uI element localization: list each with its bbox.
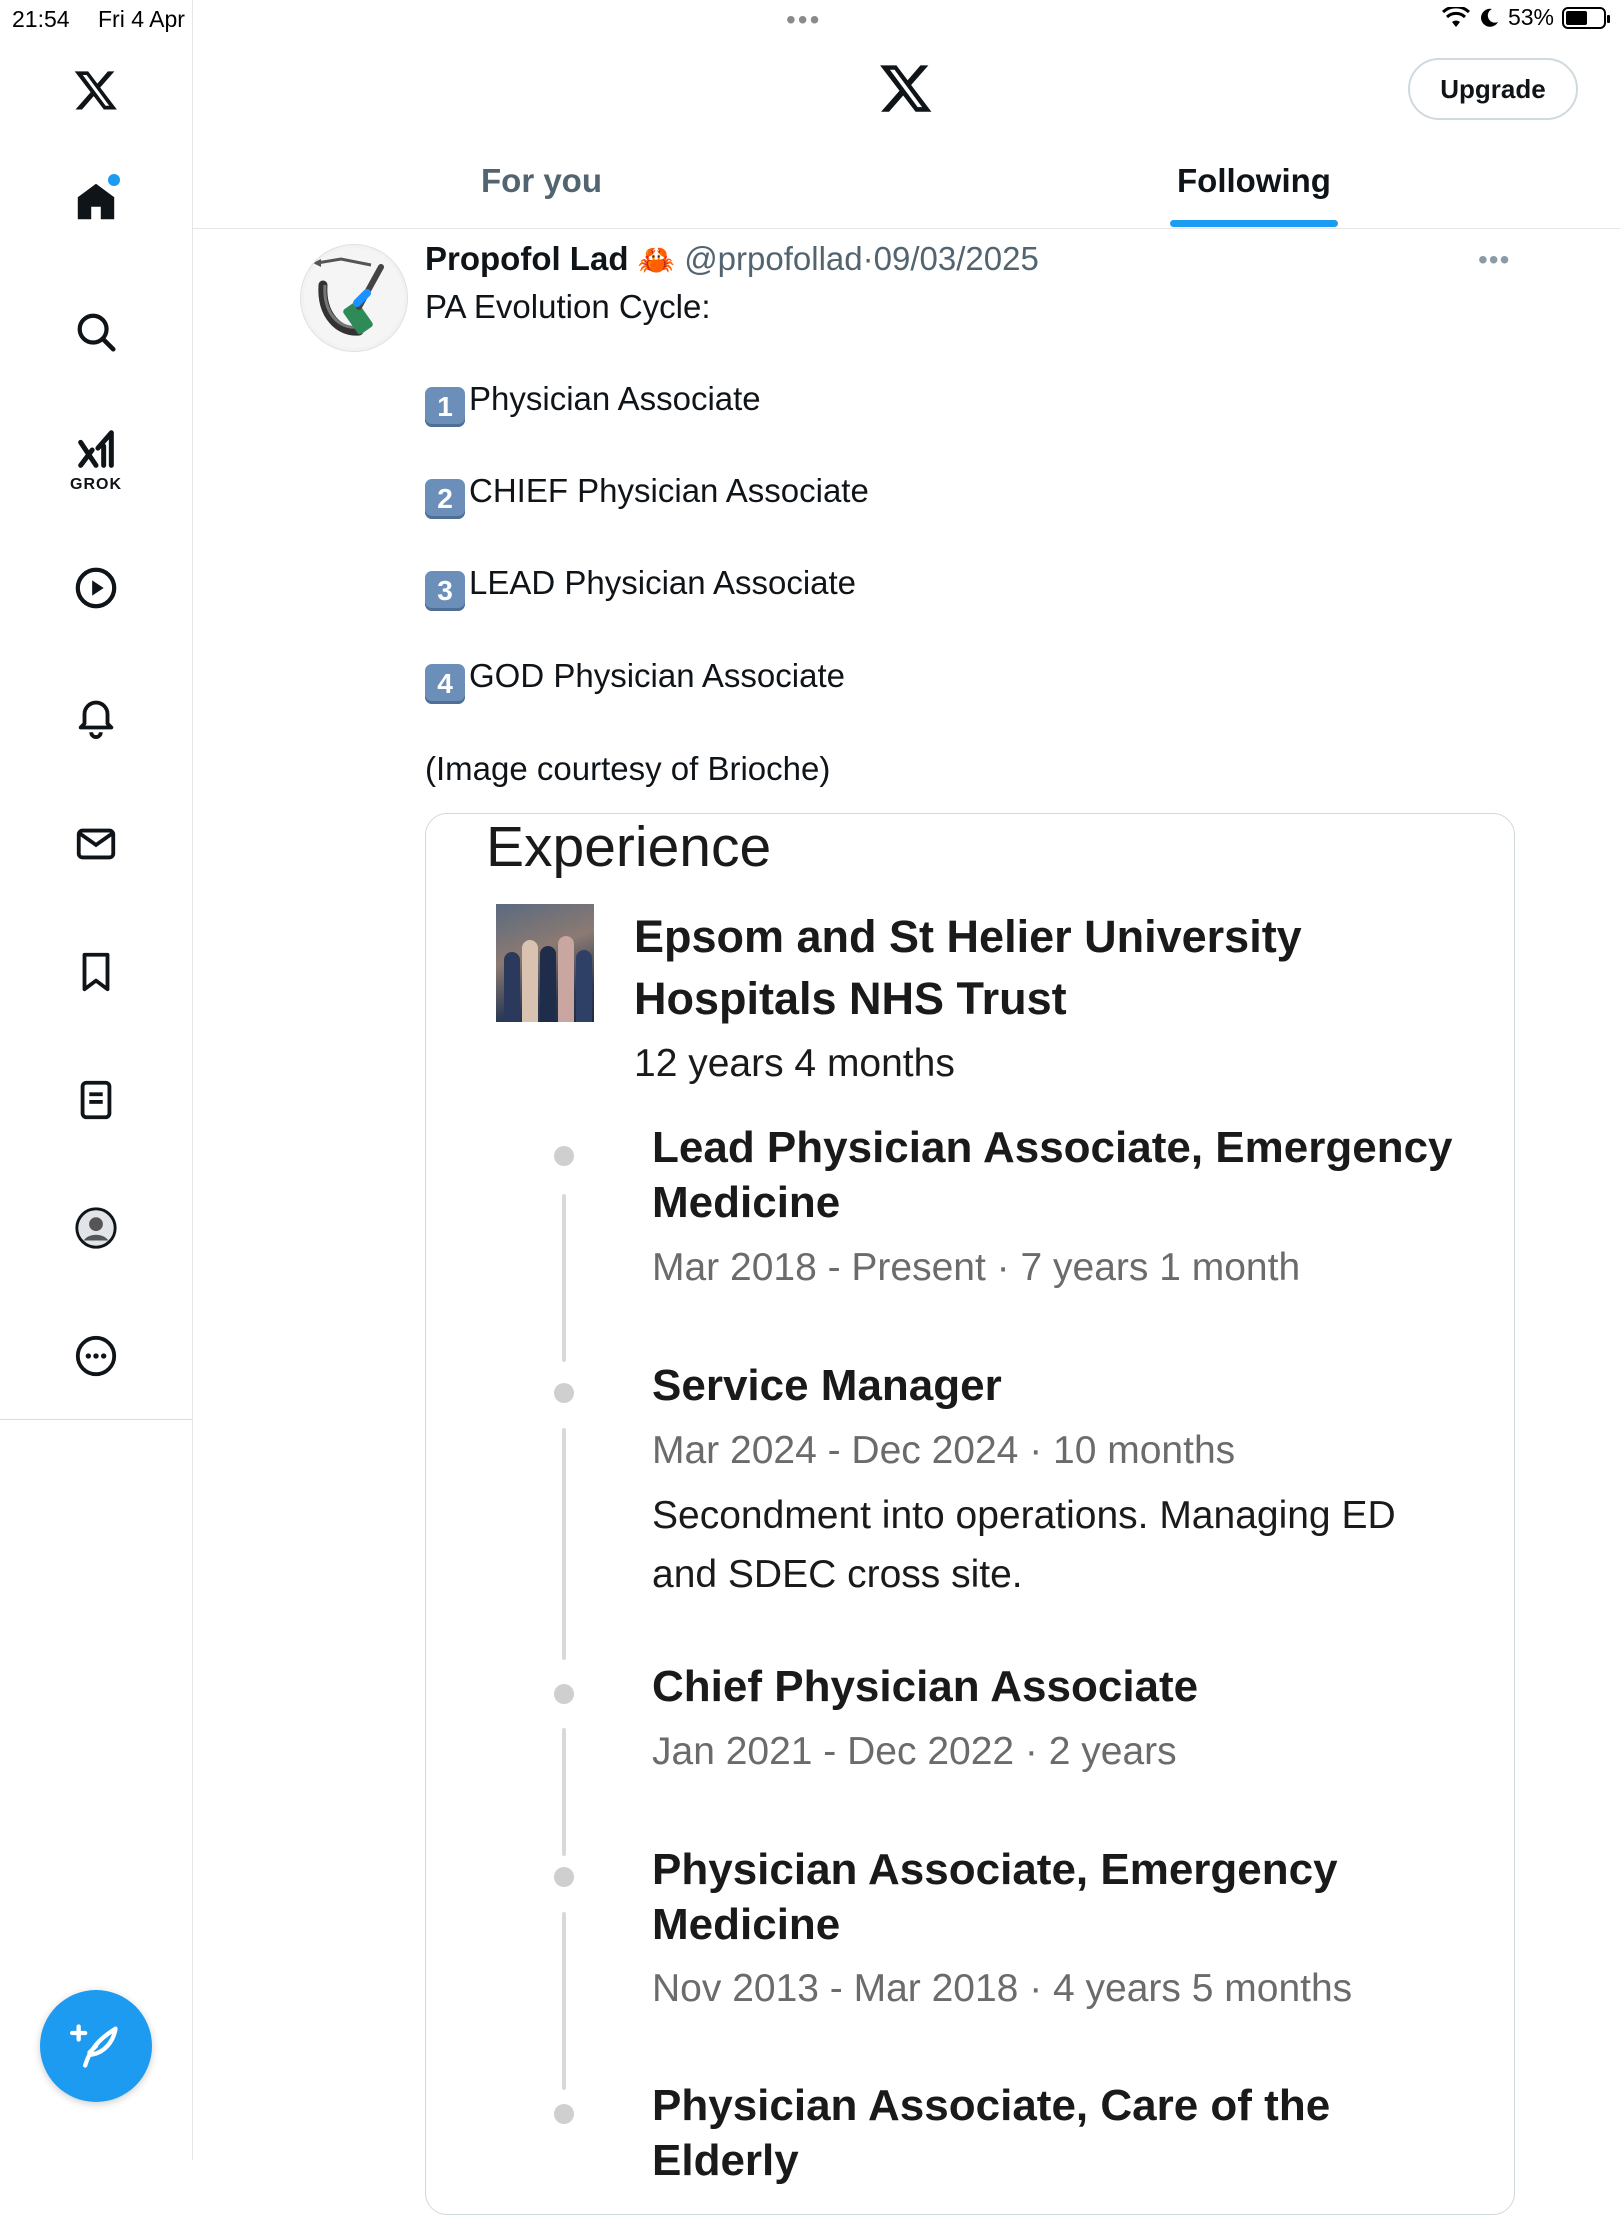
organisation-photo: [496, 904, 594, 1022]
bell-icon[interactable]: [66, 686, 126, 746]
tweet-list-item: 2 CHIEF Physician Associate: [425, 472, 869, 519]
tweet-more-icon[interactable]: •••: [1478, 244, 1510, 276]
tweet-header: Propofol Lad 🦀 @prpofollad·09/03/2025: [425, 240, 1039, 278]
more-icon[interactable]: [66, 1326, 126, 1386]
role-dates: Mar 2018 - Present · 7 years 1 month: [652, 1246, 1301, 1289]
grok-label: GROK: [70, 476, 122, 493]
timeline-dot: [554, 2104, 574, 2124]
keycap-two-icon: 2: [425, 479, 465, 519]
timeline-connector: [562, 1194, 566, 1362]
author-handle[interactable]: @prpofollad: [684, 240, 862, 277]
tweet-date[interactable]: 09/03/2025: [874, 240, 1039, 277]
role-title: Physician Associate, Emergency Medicine: [652, 1845, 1338, 1949]
header-separator: ·: [862, 240, 874, 277]
multitasking-dots-icon[interactable]: •••: [786, 4, 821, 36]
role-title: Chief Physician Associate: [652, 1662, 1199, 1711]
sidebar-divider: [0, 1419, 192, 1420]
tweet-text-intro: PA Evolution Cycle:: [425, 288, 711, 325]
list-icon[interactable]: [66, 1070, 126, 1130]
x-logo-icon[interactable]: [66, 60, 126, 120]
tab-following[interactable]: Following: [1177, 162, 1331, 200]
status-indicators: 53%: [1441, 4, 1610, 31]
role-dates: Jan 2021 - Dec 2022 · 2 years: [652, 1730, 1177, 1773]
tweet-list-item: 4 GOD Physician Associate: [425, 657, 845, 704]
battery-percent: 53%: [1507, 4, 1554, 30]
list-item-text: GOD Physician Associate: [469, 657, 845, 694]
sidebar: GROK: [0, 0, 193, 2160]
compose-icon: [70, 2024, 118, 2068]
role-dates: Nov 2013 - Mar 2018 · 4 years 5 months: [652, 1967, 1353, 2010]
bookmark-icon[interactable]: [66, 942, 126, 1002]
mail-icon[interactable]: [66, 814, 126, 874]
active-tab-indicator: [1170, 220, 1338, 227]
timeline-header: Upgrade For you Following: [193, 40, 1620, 229]
keycap-three-icon: 3: [425, 571, 465, 611]
timeline-connector: [562, 1912, 566, 2090]
author-name[interactable]: Propofol Lad: [425, 240, 628, 277]
timeline-connector: [562, 1428, 566, 1660]
tweet-image[interactable]: Experience Epsom and St Helier Universit…: [425, 813, 1515, 2215]
role-description: Secondment into operations. Managing ED …: [652, 1494, 1396, 1596]
timeline-connector: [562, 1728, 566, 1856]
author-emoji: 🦀: [637, 244, 676, 277]
tweet-text-credit: (Image courtesy of Brioche): [425, 750, 831, 787]
grok-icon[interactable]: [66, 420, 126, 480]
organisation-duration: 12 years 4 months: [634, 1042, 955, 1085]
search-icon[interactable]: [66, 302, 126, 362]
tweet-list-item: 1 Physician Associate: [425, 380, 761, 427]
status-bar: 21:54 Fri 4 Apr ••• 53%: [0, 0, 1620, 40]
role-title: Lead Physician Associate, Emergency Medi…: [652, 1123, 1453, 1227]
battery-icon: [1562, 6, 1610, 29]
avatar[interactable]: [300, 244, 408, 352]
tweet-list-item: 3 LEAD Physician Associate: [425, 564, 856, 611]
timeline-dot: [554, 1146, 574, 1166]
tab-for-you[interactable]: For you: [481, 162, 602, 200]
compose-button[interactable]: [40, 1990, 152, 2102]
organisation-name: Epsom and St Helier University Hospitals…: [634, 911, 1302, 1024]
role-title: Service Manager: [652, 1361, 1002, 1410]
play-icon[interactable]: [66, 558, 126, 618]
keycap-four-icon: 4: [425, 664, 465, 704]
list-item-text: Physician Associate: [469, 380, 761, 417]
moon-icon: [1481, 8, 1498, 27]
profile-icon[interactable]: [66, 1198, 126, 1258]
list-item-text: LEAD Physician Associate: [469, 564, 857, 601]
timeline-dot: [554, 1684, 574, 1704]
upgrade-button[interactable]: Upgrade: [1408, 58, 1578, 120]
keycap-one-icon: 1: [425, 387, 465, 427]
timeline-dot: [554, 1867, 574, 1887]
list-item-text: CHIEF Physician Associate: [469, 472, 869, 509]
role-title: Physician Associate, Care of the Elderly: [652, 2081, 1331, 2185]
notification-dot: [108, 174, 120, 186]
timeline-dot: [554, 1383, 574, 1403]
experience-heading: Experience: [486, 815, 772, 879]
x-logo-icon: [880, 65, 932, 112]
wifi-icon: [1441, 6, 1470, 27]
role-dates: Mar 2024 - Dec 2024 · 10 months: [652, 1429, 1236, 1472]
